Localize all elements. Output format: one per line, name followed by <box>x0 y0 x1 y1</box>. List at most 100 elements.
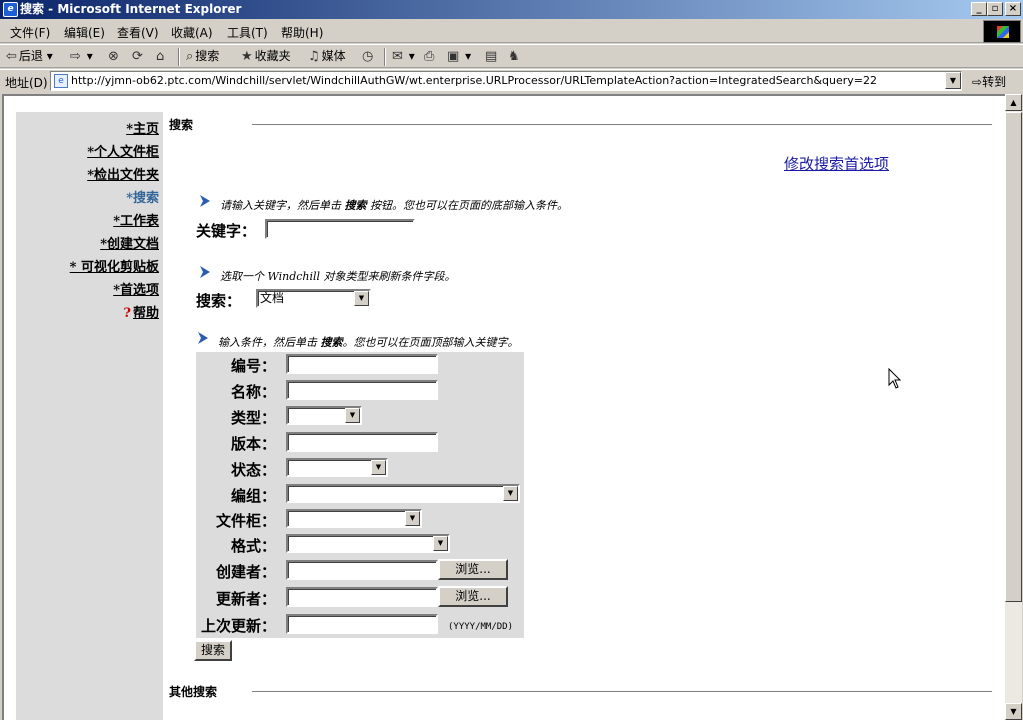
creator-label: 创建者： <box>215 563 276 581</box>
print-icon[interactable]: ⎙ <box>424 49 436 64</box>
search-type-select[interactable]: 文档 ▼ <box>256 289 371 308</box>
menu-edit[interactable]: 编辑(E) <box>64 24 105 41</box>
type-select[interactable]: ▼ <box>286 406 362 425</box>
home-icon[interactable]: ⌂ <box>156 49 166 64</box>
section-divider <box>252 124 992 125</box>
keyword-input[interactable] <box>265 219 415 239</box>
chevron-down-icon[interactable]: ▼ <box>433 536 448 551</box>
sidebar-item-home[interactable]: *主页 <box>126 118 159 137</box>
sidebar-item-personal-cabinet[interactable]: *个人文件柜 <box>87 141 159 160</box>
version-input[interactable] <box>286 432 438 452</box>
sidebar-item-preferences[interactable]: *首选项 <box>113 279 159 298</box>
vertical-scrollbar[interactable]: ▲ ▼ <box>1005 94 1022 720</box>
window-title: 搜索 - Microsoft Internet Explorer <box>20 2 242 16</box>
modifier-label: 更新者： <box>215 590 276 608</box>
criteria-form: 编号： 名称： 类型： ▼ 版本： 状态： ▼ 编组： ▼ 文件柜： ▼ 格式：… <box>196 352 524 638</box>
back-label: 后退 <box>18 49 43 63</box>
address-url: http://yjmn-ob62.ptc.com/Windchill/servl… <box>71 74 878 87</box>
state-label: 状态： <box>230 461 276 479</box>
date-format-hint: (YYYY/MM/DD) <box>448 622 514 632</box>
sidebar-item-checkout-folder[interactable]: *检出文件夹 <box>87 164 159 183</box>
address-dropdown-button[interactable]: ▼ <box>945 72 961 89</box>
search-icon: ⌕ <box>186 49 194 64</box>
address-label: 地址(D) <box>5 76 48 90</box>
help-icon: ? <box>123 306 131 321</box>
minimize-button[interactable]: _ <box>971 2 987 16</box>
browser-window: e 搜索 - Microsoft Internet Explorer _ ▫ ×… <box>0 0 1023 720</box>
history-icon[interactable]: ◷ <box>362 49 375 64</box>
favorites-toolbar-button[interactable]: ★ 收藏夹 <box>241 49 291 64</box>
sidebar-item-help[interactable]: ? 帮助 <box>123 302 159 321</box>
menu-file[interactable]: 文件(F) <box>10 24 50 41</box>
menu-tools[interactable]: 工具(T) <box>227 24 268 41</box>
keyword-label: 关键字： <box>196 222 257 240</box>
hint3-text-a: 输入条件，然后单击 <box>218 336 321 349</box>
forward-arrow-icon: ⇨ <box>70 49 81 64</box>
search-type-label: 搜索： <box>196 292 242 310</box>
media-toolbar-label: 媒体 <box>321 49 346 63</box>
go-arrow-icon: ⇨ <box>972 75 983 89</box>
discuss-icon[interactable]: ▤ <box>485 49 499 64</box>
menu-bar: 文件(F) 编辑(E) 查看(V) 收藏(A) 工具(T) 帮助(H) <box>0 20 1023 43</box>
number-label: 编号： <box>230 357 276 375</box>
chevron-down-icon[interactable]: ▼ <box>371 460 386 475</box>
chevron-down-icon[interactable]: ▼ <box>345 408 360 423</box>
type-hint: 选取一个 Windchill 对象类型来刷新条件字段。 <box>220 270 456 283</box>
state-select[interactable]: ▼ <box>286 458 388 477</box>
go-button[interactable]: ⇨转到 <box>972 73 1006 90</box>
search-submit-button[interactable]: 搜索 <box>194 640 232 661</box>
creator-input[interactable] <box>286 560 438 580</box>
hint3-text-c: 。您也可以在页面顶部输入关键字。 <box>342 336 519 349</box>
number-input[interactable] <box>286 354 438 374</box>
sidebar-item-visual-clipboard[interactable]: * 可视化剪贴板 <box>70 256 159 275</box>
edit-icon[interactable]: ▣ ▾ <box>447 49 471 64</box>
help-label: 帮助 <box>132 306 159 321</box>
hint3-text-b: 搜索 <box>320 336 343 349</box>
keyword-hint: 请输入关键字，然后单击 搜索 按钮。您也可以在页面的底部输入条件。 <box>220 197 568 213</box>
search-toolbar-button[interactable]: ⌕ 搜索 <box>186 49 219 64</box>
search-toolbar-label: 搜索 <box>195 49 220 63</box>
search-type-value: 文档 <box>260 291 285 305</box>
mail-icon[interactable]: ✉ ▾ <box>392 49 415 64</box>
scroll-thumb[interactable] <box>1005 112 1022 602</box>
media-toolbar-button[interactable]: ♫ 媒体 <box>308 49 346 64</box>
stop-icon[interactable]: ⊗ <box>108 49 121 64</box>
type-label: 类型： <box>230 409 276 427</box>
close-button[interactable]: × <box>1005 2 1021 16</box>
refresh-icon[interactable]: ⟳ <box>132 49 145 64</box>
cabinet-select[interactable]: ▼ <box>286 509 422 528</box>
menu-help[interactable]: 帮助(H) <box>281 24 323 41</box>
name-input[interactable] <box>286 380 438 400</box>
mouse-cursor-icon <box>888 368 902 389</box>
scroll-up-button[interactable]: ▲ <box>1005 94 1022 111</box>
hint1-text-a: 请输入关键字，然后单击 <box>220 199 345 212</box>
messenger-icon[interactable]: ♞ <box>508 49 522 64</box>
format-label: 格式： <box>230 537 276 555</box>
format-select[interactable]: ▼ <box>286 534 450 553</box>
modify-search-preferences-link[interactable]: 修改搜索首选项 <box>784 153 889 174</box>
chevron-down-icon[interactable]: ▼ <box>405 511 420 526</box>
forward-button[interactable]: ⇨ ▾ <box>70 49 93 64</box>
arrow-right-icon <box>200 266 210 278</box>
chevron-down-icon[interactable]: ▼ <box>503 486 518 501</box>
address-input[interactable]: e http://yjmn-ob62.ptc.com/Windchill/ser… <box>50 71 962 91</box>
scroll-down-button[interactable]: ▼ <box>1005 703 1022 720</box>
last-updated-label: 上次更新： <box>200 617 276 635</box>
address-bar: 地址(D) e http://yjmn-ob62.ptc.com/Windchi… <box>0 69 1023 91</box>
last-updated-input[interactable] <box>286 614 438 634</box>
menu-view[interactable]: 查看(V) <box>117 24 159 41</box>
sidebar-item-worklist[interactable]: *工作表 <box>113 210 159 229</box>
modifier-input[interactable] <box>286 587 438 607</box>
sidebar-item-create-document[interactable]: *创建文档 <box>100 233 159 252</box>
ie-icon: e <box>3 2 18 17</box>
maximize-button[interactable]: ▫ <box>987 2 1003 16</box>
favorites-toolbar-label: 收藏夹 <box>254 49 291 63</box>
back-button[interactable]: ⇦ 后退 ▾ <box>6 49 53 64</box>
team-select[interactable]: ▼ <box>286 484 520 503</box>
sidebar-item-search[interactable]: *搜索 <box>126 187 159 206</box>
modifier-browse-button[interactable]: 浏览... <box>438 586 508 607</box>
menu-favorites[interactable]: 收藏(A) <box>171 24 213 41</box>
favorites-icon: ★ <box>241 49 253 64</box>
chevron-down-icon[interactable]: ▼ <box>354 291 369 306</box>
creator-browse-button[interactable]: 浏览... <box>438 559 508 580</box>
